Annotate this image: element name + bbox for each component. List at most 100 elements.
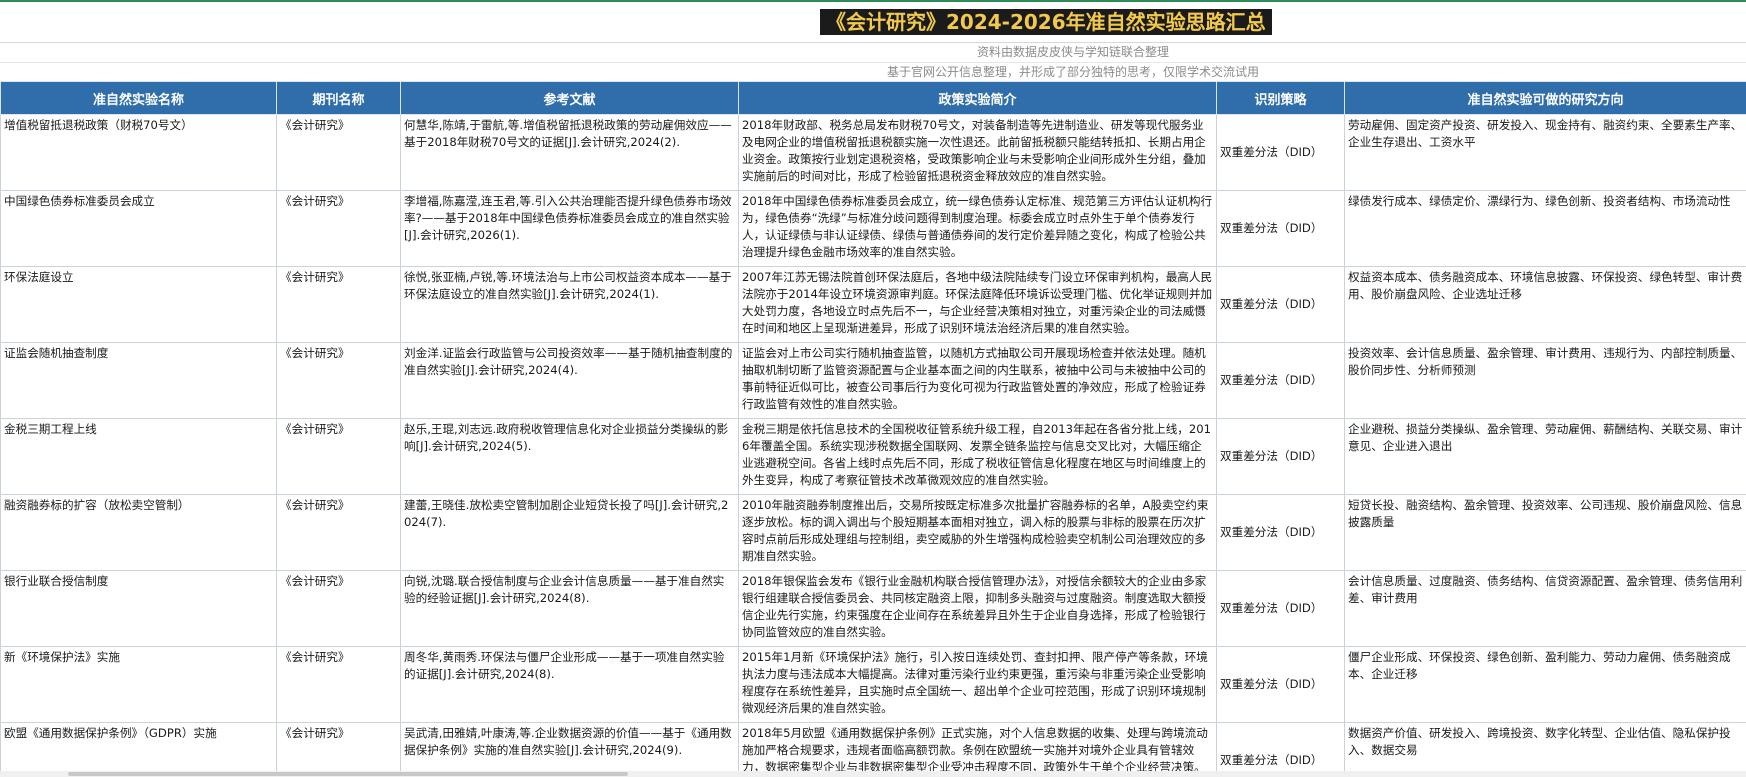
cell-reference[interactable]: 周冬华,黄雨秀.环保法与僵尸企业形成——基于一项准自然实验的证据[J].会计研究…	[400, 646, 739, 723]
cell-research-direction-text: 绿债发行成本、绿债定价、漂绿行为、绿色创新、投资者结构、市场流动性	[1348, 194, 1731, 208]
cell-journal[interactable]: 《会计研究》	[276, 114, 401, 191]
cell-reference[interactable]: 吴武清,田雅婧,叶康涛,等.企业数据资源的价值——基于《通用数据保护条例》实施的…	[400, 722, 739, 777]
cell-research-direction[interactable]: 企业避税、损益分类操纵、盈余管理、劳动雇佣、薪酬结构、关联交易、审计意见、企业进…	[1344, 418, 1746, 495]
cell-experiment-name[interactable]: 增值税留抵退税政策（财税70号文）	[0, 114, 277, 191]
cell-journal[interactable]: 《会计研究》	[276, 418, 401, 495]
cell-policy-intro-text: 证监会对上市公司实行随机抽查监管，以随机方式抽取公司开展现场检查并依法处理。随机…	[742, 346, 1206, 411]
cell-research-direction[interactable]: 僵尸企业形成、环保投资、绿色创新、盈利能力、劳动力雇佣、债务融资成本、企业迁移	[1344, 646, 1746, 723]
cell-policy-intro[interactable]: 2015年1月新《环境保护法》施行，引入按日连续处罚、查封扣押、限产停产等条款，…	[738, 646, 1217, 723]
cell-strategy[interactable]: 双重差分法（DID）	[1216, 342, 1345, 419]
cell-reference[interactable]: 李增福,陈嘉滢,连玉君,等.引入公共治理能否提升绿色债券市场效率?——基于201…	[400, 190, 739, 267]
cell-strategy[interactable]: 双重差分法（DID）	[1216, 646, 1345, 723]
cell-reference[interactable]: 向锐,沈璐.联合授信制度与企业会计信息质量——基于准自然实验的经验证据[J].会…	[400, 570, 739, 647]
cell-strategy-text: 双重差分法（DID）	[1220, 297, 1323, 311]
cell-reference[interactable]: 建蕾,王晓佳.放松卖空管制加剧企业短贷长投了吗[J].会计研究,2024(7).	[400, 494, 739, 571]
cell-journal[interactable]: 《会计研究》	[276, 494, 401, 571]
cell-policy-intro[interactable]: 2018年5月欧盟《通用数据保护条例》正式实施，对个人信息数据的收集、处理与跨境…	[738, 722, 1217, 777]
cell-journal[interactable]: 《会计研究》	[276, 646, 401, 723]
cell-experiment-name-text: 新《环境保护法》实施	[4, 650, 120, 664]
cell-research-direction[interactable]: 短贷长投、融资结构、盈余管理、投资效率、公司违规、股价崩盘风险、信息披露质量	[1344, 494, 1746, 571]
cell-reference-text: 徐悦,张亚楠,卢锐,等.环境法治与上市公司权益资本成本——基于环保法庭设立的准自…	[404, 270, 732, 301]
cell-experiment-name-text: 中国绿色债券标准委员会成立	[4, 194, 155, 208]
cell-policy-intro-text: 2018年中国绿色债券标准委员会成立，统一绿色债券认定标准、规范第三方评估认证机…	[742, 194, 1213, 259]
cell-policy-intro-text: 2015年1月新《环境保护法》施行，引入按日连续处罚、查封扣押、限产停产等条款，…	[742, 650, 1208, 715]
cell-experiment-name-text: 增值税留抵退税政策（财税70号文）	[4, 118, 193, 132]
table-row: 中国绿色债券标准委员会成立 《会计研究》 李增福,陈嘉滢,连玉君,等.引入公共治理能…	[0, 190, 1746, 267]
cell-strategy[interactable]: 双重差分法（DID）	[1216, 494, 1345, 571]
cell-journal[interactable]: 《会计研究》	[276, 570, 401, 647]
sheet-title: 《会计研究》2024-2026年准自然实验思路汇总	[820, 9, 1272, 35]
subtitle-disclaimer: 基于官网公开信息整理，并形成了部分独特的思考，仅限学术交流试用	[0, 63, 1746, 83]
cell-strategy[interactable]: 双重差分法（DID）	[1216, 418, 1345, 495]
cell-research-direction[interactable]: 投资效率、会计信息质量、盈余管理、审计费用、违规行为、内部控制质量、股价同步性、…	[1344, 342, 1746, 419]
horizontal-scrollbar[interactable]	[0, 771, 1746, 777]
cell-experiment-name-text: 欧盟《通用数据保护条例》（GDPR）实施	[4, 726, 217, 740]
cell-experiment-name[interactable]: 证监会随机抽查制度	[0, 342, 277, 419]
table-row: 欧盟《通用数据保护条例》（GDPR）实施 《会计研究》 吴武清,田雅婧,叶康涛,等.…	[0, 722, 1746, 777]
cell-strategy-text: 双重差分法（DID）	[1220, 753, 1323, 767]
cell-strategy[interactable]: 双重差分法（DID）	[1216, 190, 1345, 267]
cell-reference-text: 建蕾,王晓佳.放松卖空管制加剧企业短贷长投了吗[J].会计研究,2024(7).	[404, 498, 729, 529]
cell-experiment-name[interactable]: 融资融券标的扩容（放松卖空管制）	[0, 494, 277, 571]
cell-strategy-text: 双重差分法（DID）	[1220, 373, 1323, 387]
subtitle-source: 资料由数据皮皮侠与学知链联合整理	[0, 43, 1746, 63]
cell-journal[interactable]: 《会计研究》	[276, 342, 401, 419]
cell-journal-text: 《会计研究》	[280, 726, 350, 740]
cell-reference-text: 赵乐,王琨,刘志远.政府税收管理信息化对企业损益分类操纵的影响[J].会计研究,…	[404, 422, 729, 453]
scrollbar-thumb[interactable]	[68, 772, 628, 776]
cell-experiment-name[interactable]: 金税三期工程上线	[0, 418, 277, 495]
cell-reference[interactable]: 徐悦,张亚楠,卢锐,等.环境法治与上市公司权益资本成本——基于环保法庭设立的准自…	[400, 266, 739, 343]
cell-journal[interactable]: 《会计研究》	[276, 190, 401, 267]
cell-reference-text: 李增福,陈嘉滢,连玉君,等.引入公共治理能否提升绿色债券市场效率?——基于201…	[404, 194, 732, 242]
cell-reference[interactable]: 刘金洋.证监会行政监管与公司投资效率——基于随机抽查制度的准自然实验[J].会计…	[400, 342, 739, 419]
cell-policy-intro[interactable]: 2018年中国绿色债券标准委员会成立，统一绿色债券认定标准、规范第三方评估认证机…	[738, 190, 1217, 267]
cell-reference[interactable]: 赵乐,王琨,刘志远.政府税收管理信息化对企业损益分类操纵的影响[J].会计研究,…	[400, 418, 739, 495]
header-research-direction[interactable]: 准自然实验可做的研究方向	[1344, 81, 1746, 115]
cell-experiment-name[interactable]: 新《环境保护法》实施	[0, 646, 277, 723]
cell-research-direction[interactable]: 绿债发行成本、绿债定价、漂绿行为、绿色创新、投资者结构、市场流动性	[1344, 190, 1746, 267]
cell-policy-intro[interactable]: 2010年融资融券制度推出后，交易所按既定标准多次批量扩容融券标的名单，A股卖空…	[738, 494, 1217, 571]
cell-policy-intro[interactable]: 2018年财政部、税务总局发布财税70号文，对装备制造等先进制造业、研发等现代服…	[738, 114, 1217, 191]
cell-journal[interactable]: 《会计研究》	[276, 266, 401, 343]
cell-reference-text: 何慧华,陈靖,于雷航,等.增值税留抵退税政策的劳动雇佣效应——基于2018年财税…	[404, 118, 732, 149]
cell-experiment-name-text: 证监会随机抽查制度	[4, 346, 109, 360]
cell-policy-intro-text: 2010年融资融券制度推出后，交易所按既定标准多次批量扩容融券标的名单，A股卖空…	[742, 498, 1209, 563]
table-row: 银行业联合授信制度 《会计研究》 向锐,沈璐.联合授信制度与企业会计信息质量——基于…	[0, 570, 1746, 647]
cell-research-direction[interactable]: 数据资产价值、研发投入、跨境投资、数字化转型、企业估值、隐私保护投入、数据交易	[1344, 722, 1746, 777]
cell-research-direction[interactable]: 权益资本成本、债务融资成本、环境信息披露、环保投资、绿色转型、审计费用、股价崩盘…	[1344, 266, 1746, 343]
cell-policy-intro-text: 金税三期是依托信息技术的全国税收征管系统升级工程，自2013年起在各省分批上线，…	[742, 422, 1212, 487]
cell-research-direction-text: 会计信息质量、过度融资、债务结构、信贷资源配置、盈余管理、债务信用利差、审计费用	[1348, 574, 1743, 605]
cell-experiment-name[interactable]: 银行业联合授信制度	[0, 570, 277, 647]
table-row: 增值税留抵退税政策（财税70号文） 《会计研究》 何慧华,陈靖,于雷航,等.增值税留…	[0, 114, 1746, 191]
header-policy-intro[interactable]: 政策实验简介	[738, 81, 1217, 115]
header-strategy[interactable]: 识别策略	[1216, 81, 1345, 115]
cell-journal-text: 《会计研究》	[280, 650, 350, 664]
cell-policy-intro[interactable]: 2007年江苏无锡法院首创环保法庭后，各地中级法院陆续专门设立环保审判机构，最高…	[738, 266, 1217, 343]
header-journal[interactable]: 期刊名称	[276, 81, 401, 115]
cell-reference[interactable]: 何慧华,陈靖,于雷航,等.增值税留抵退税政策的劳动雇佣效应——基于2018年财税…	[400, 114, 739, 191]
cell-experiment-name[interactable]: 中国绿色债券标准委员会成立	[0, 190, 277, 267]
cell-strategy[interactable]: 双重差分法（DID）	[1216, 570, 1345, 647]
header-experiment-name[interactable]: 准自然实验名称	[0, 81, 277, 115]
cell-journal[interactable]: 《会计研究》	[276, 722, 401, 777]
cell-strategy[interactable]: 双重差分法（DID）	[1216, 266, 1345, 343]
cell-research-direction[interactable]: 会计信息质量、过度融资、债务结构、信贷资源配置、盈余管理、债务信用利差、审计费用	[1344, 570, 1746, 647]
cell-research-direction-text: 数据资产价值、研发投入、跨境投资、数字化转型、企业估值、隐私保护投入、数据交易	[1348, 726, 1731, 757]
cell-research-direction-text: 短贷长投、融资结构、盈余管理、投资效率、公司违规、股价崩盘风险、信息披露质量	[1348, 498, 1743, 529]
cell-strategy[interactable]: 双重差分法（DID）	[1216, 722, 1345, 777]
cell-policy-intro[interactable]: 金税三期是依托信息技术的全国税收征管系统升级工程，自2013年起在各省分批上线，…	[738, 418, 1217, 495]
cell-policy-intro-text: 2018年5月欧盟《通用数据保护条例》正式实施，对个人信息数据的收集、处理与跨境…	[742, 726, 1208, 774]
cell-experiment-name-text: 金税三期工程上线	[4, 422, 97, 436]
cell-policy-intro[interactable]: 证监会对上市公司实行随机抽查监管，以随机方式抽取公司开展现场检查并依法处理。随机…	[738, 342, 1217, 419]
cell-policy-intro[interactable]: 2018年银保监会发布《银行业金融机构联合授信管理办法》，对授信余额较大的企业由…	[738, 570, 1217, 647]
cell-strategy-text: 双重差分法（DID）	[1220, 449, 1323, 463]
header-reference[interactable]: 参考文献	[400, 81, 739, 115]
cell-research-direction[interactable]: 劳动雇佣、固定资产投资、研发投入、现金持有、融资约束、全要素生产率、企业生存退出…	[1344, 114, 1746, 191]
cell-policy-intro-text: 2018年财政部、税务总局发布财税70号文，对装备制造等先进制造业、研发等现代服…	[742, 118, 1206, 183]
cell-experiment-name[interactable]: 欧盟《通用数据保护条例》（GDPR）实施	[0, 722, 277, 777]
cell-experiment-name[interactable]: 环保法庭设立	[0, 266, 277, 343]
table-row: 融资融券标的扩容（放松卖空管制） 《会计研究》 建蕾,王晓佳.放松卖空管制加剧企业短…	[0, 494, 1746, 571]
cell-strategy-text: 双重差分法（DID）	[1220, 677, 1323, 691]
table-row: 证监会随机抽查制度 《会计研究》 刘金洋.证监会行政监管与公司投资效率——基于随机抽…	[0, 342, 1746, 419]
cell-strategy[interactable]: 双重差分法（DID）	[1216, 114, 1345, 191]
